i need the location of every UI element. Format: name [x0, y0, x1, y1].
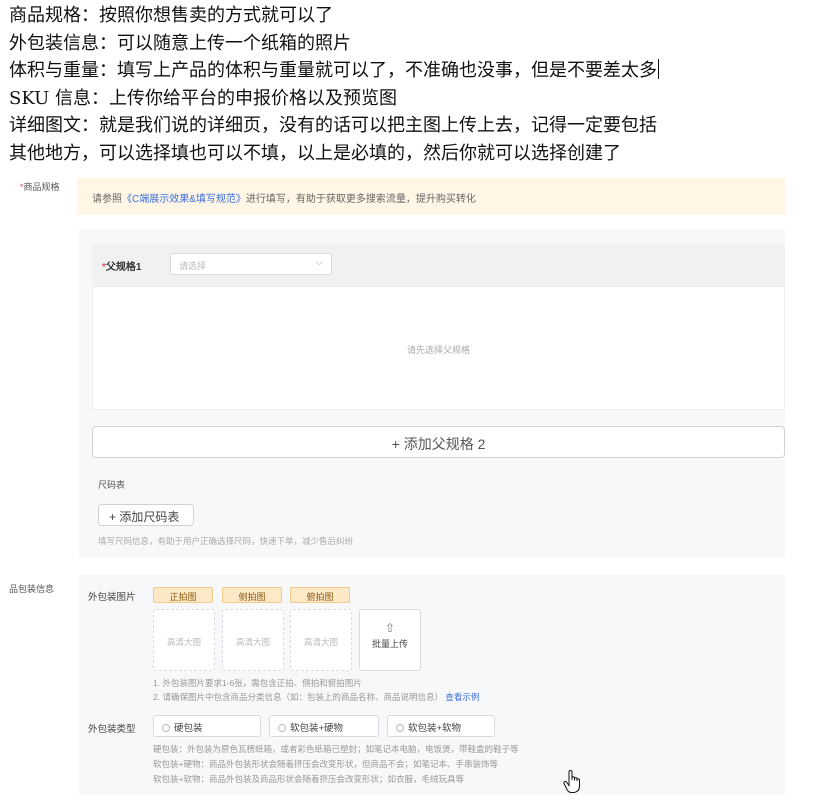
instruction-notes: 商品规格：按照你想售卖的方式就可以了 外包装信息：可以随意上传一个纸箱的照片 体… [9, 2, 829, 167]
radio-icon [396, 724, 404, 732]
note-line: 外包装信息：可以随意上传一个纸箱的照片 [9, 32, 351, 54]
empty-state-text: 请先选择父规格 [406, 345, 470, 355]
pack-type-desc: 软包装+硬物：商品外包装形状会随着挤压会改变形状，但商品不会；如笔记本、手串装饰… [153, 759, 498, 769]
spec-panel: *父规格1 请选择 ⌵ 请先选择父规格 + 添加父规格 2 尺码表 + 添加尺码… [79, 229, 785, 558]
pack-type-option[interactable]: 硬包装 [153, 715, 261, 737]
note-line: SKU 信息：上传你给平台的申报价格以及预览图 [9, 87, 398, 109]
spec-guide-link[interactable]: 《C端展示效果&填写规范》 [122, 194, 246, 205]
pack-hint-1: 1. 外包装图片要求1-6张，需包含正拍、侧拍和俯拍图片 [153, 678, 362, 688]
side-photo-tag: 侧拍图 [222, 587, 282, 603]
tip-suffix: 进行填写，有助于获取更多搜索流量，提升购买转化 [245, 194, 476, 205]
note-line: 体积与重量：填写上产品的体积与重量就可以了，不准确也没事，但是不要差太多 [9, 57, 829, 85]
image-slot[interactable]: 高清大图 [290, 609, 352, 671]
spec-side-label-text: 商品规格 [23, 182, 60, 192]
pack-type-desc: 硬包装：外包装为原色瓦楞纸箱，或者彩色纸箱已塑封；如笔记本电脑，电饭煲，带鞋盒的… [153, 744, 519, 754]
batch-upload-label: 批量上传 [371, 639, 408, 649]
pack-type-desc: 软包装+软物：商品外包装及商品形状会随着挤压会改变形状；如衣服，毛绒玩具等 [153, 774, 464, 784]
parent-spec-row: *父规格1 请选择 ⌵ [92, 244, 785, 286]
option-label: 软包装+硬物 [290, 723, 344, 734]
spec-empty-area: 请先选择父规格 [92, 286, 785, 410]
pack-type-option[interactable]: 软包装+软物 [387, 715, 495, 737]
packaging-panel: 外包装图片 正拍图 侧拍图 俯拍图 高清大图 高清大图 高清大图 ⇧ 批量上传 … [79, 575, 785, 795]
chevron-down-icon: ⌵ [316, 257, 323, 267]
size-chart-hint: 填写尺码信息，有助于用户正确选择尺码，快速下单，减少售后纠纷 [98, 536, 354, 546]
batch-upload-button[interactable]: ⇧ 批量上传 [359, 609, 421, 671]
image-slot[interactable]: 高清大图 [153, 609, 215, 671]
select-placeholder: 请选择 [179, 261, 207, 271]
option-label: 硬包装 [174, 723, 203, 734]
image-slot[interactable]: 高清大图 [222, 609, 284, 671]
note-text: 体积与重量：填写上产品的体积与重量就可以了，不准确也没事，但是不要差太多 [9, 60, 657, 81]
parent-spec-select[interactable]: 请选择 ⌵ [170, 253, 332, 275]
hand-cursor-icon [563, 770, 580, 793]
size-chart-title: 尺码表 [98, 480, 126, 490]
add-parent-spec-button[interactable]: + 添加父规格 2 [92, 426, 785, 458]
radio-icon [278, 724, 286, 732]
spec-tip-bar: 请参照《C端展示效果&填写规范》进行填写，有助于获取更多搜索流量，提升购买转化 [77, 178, 785, 215]
pack-type-label: 外包装类型 [88, 724, 136, 735]
option-label: 软包装+软物 [408, 723, 462, 734]
tip-prefix: 请参照 [92, 194, 122, 205]
pack-hint-2-text: 2. 请确保图片中包含商品分类信息（如：包装上的商品名称、商品说明信息） [153, 692, 443, 702]
parent-spec-label: *父规格1 [102, 258, 141, 273]
pack-type-option[interactable]: 软包装+硬物 [269, 715, 379, 737]
pack-image-label: 外包装图片 [88, 592, 136, 603]
spec-side-label: *商品规格 [20, 180, 60, 193]
note-line: 其他地方，可以选择填也可以不填，以上是必填的，然后你就可以选择创建了 [9, 142, 621, 164]
note-line: 商品规格：按照你想售卖的方式就可以了 [9, 5, 333, 26]
upload-icon: ⇧ [384, 621, 396, 635]
note-line: 详细图文：就是我们说的详细页，没有的话可以把主图上传上去，记得一定要包括 [9, 115, 657, 136]
radio-icon [162, 724, 170, 732]
pack-side-label: 品包装信息 [9, 584, 55, 594]
front-photo-tag: 正拍图 [153, 587, 213, 603]
top-photo-tag: 俯拍图 [290, 587, 350, 603]
text-caret [658, 59, 659, 79]
product-form: 2316147171802 2316147171802 231614717180… [0, 172, 835, 803]
view-example-link[interactable]: 查看示例 [445, 692, 479, 702]
add-size-chart-button[interactable]: + 添加尺码表 [98, 504, 194, 526]
parent-spec-label-text: 父规格1 [105, 262, 142, 273]
pack-hint-2: 2. 请确保图片中包含商品分类信息（如：包装上的商品名称、商品说明信息） 查看示… [153, 691, 479, 703]
